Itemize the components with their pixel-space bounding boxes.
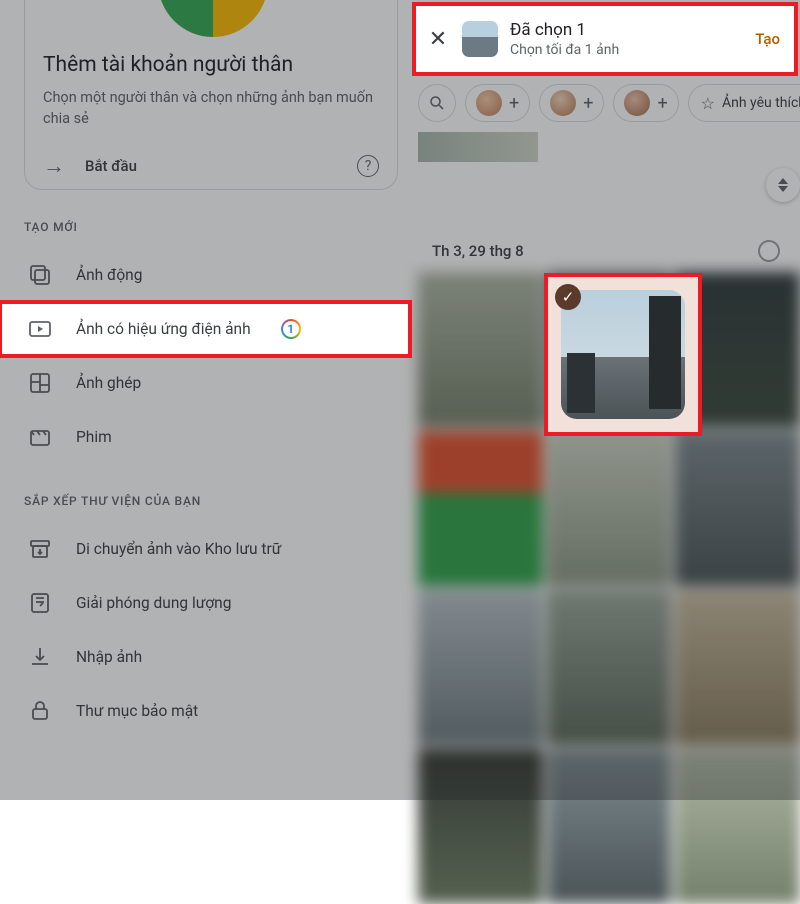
help-icon[interactable]: ? — [357, 155, 379, 177]
animation-icon — [28, 263, 52, 287]
selection-thumbnail — [462, 21, 498, 57]
import-icon — [28, 645, 52, 669]
fast-scroll-handle[interactable] — [766, 168, 800, 202]
select-all-circle[interactable] — [758, 240, 780, 262]
left-panel: Thêm tài khoản người thân Chọn một người… — [0, 0, 410, 800]
menu-label: Giải phóng dung lượng — [76, 594, 231, 612]
menu-label: Di chuyển ảnh vào Kho lưu trữ — [76, 540, 281, 558]
create-button[interactable]: Tạo — [755, 30, 780, 48]
search-icon — [428, 94, 446, 112]
plus-icon: + — [657, 93, 667, 114]
check-icon: ✓ — [555, 284, 581, 310]
photo-thumbnail[interactable] — [418, 132, 538, 162]
family-sharing-card[interactable]: Thêm tài khoản người thân Chọn một người… — [24, 0, 398, 190]
menu-label: Ảnh có hiệu ứng điện ảnh — [76, 320, 251, 338]
section-organize-label: SẮP XẾP THƯ VIỆN CỦA BẠN — [24, 494, 398, 508]
close-icon[interactable]: ✕ — [426, 27, 450, 52]
face-chip-1[interactable]: + — [465, 84, 530, 122]
photo-thumbnail[interactable] — [418, 272, 543, 427]
new-badge: 1 — [281, 319, 301, 339]
movie-icon — [28, 425, 52, 449]
family-card-title: Thêm tài khoản người thân — [43, 53, 379, 77]
cinematic-icon — [28, 317, 52, 341]
photo-thumbnail[interactable] — [418, 749, 543, 904]
photo-thumbnail[interactable] — [418, 590, 543, 745]
face-chip-3[interactable]: + — [613, 84, 678, 122]
face-icon — [624, 90, 650, 116]
selection-title: Đã chọn 1 — [510, 20, 743, 40]
arrow-right-icon: → — [43, 153, 65, 179]
menu-locked-folder[interactable]: Thư mục bảo mật — [24, 684, 398, 738]
start-button[interactable]: Bắt đầu — [85, 157, 337, 175]
photo-thumbnail[interactable] — [418, 431, 543, 586]
family-card-subtitle: Chọn một người thân và chọn những ảnh bạ… — [43, 87, 379, 129]
photo-thumbnail[interactable] — [547, 749, 672, 904]
menu-label: Ảnh ghép — [76, 374, 141, 392]
selection-subtitle: Chọn tối đa 1 ảnh — [510, 42, 743, 58]
photo-thumbnail[interactable] — [547, 431, 672, 586]
search-chip[interactable] — [418, 84, 456, 122]
lock-icon — [28, 699, 52, 723]
freeup-icon — [28, 591, 52, 615]
menu-label: Nhập ảnh — [76, 648, 142, 666]
filter-chip-row: + + + ☆ Ảnh yêu thích — [410, 82, 800, 134]
photo-thumbnail[interactable] — [675, 431, 800, 586]
archive-icon — [28, 537, 52, 561]
photo-content — [561, 290, 685, 419]
date-header: Th 3, 29 thg 8 — [432, 242, 524, 260]
menu-cinematic[interactable]: Ảnh có hiệu ứng điện ảnh 1 — [0, 302, 410, 356]
menu-label: Thư mục bảo mật — [76, 702, 198, 720]
face-icon — [476, 90, 502, 116]
menu-collage[interactable]: Ảnh ghép — [24, 356, 398, 410]
selection-bar: ✕ Đã chọn 1 Chọn tối đa 1 ảnh Tạo — [416, 6, 794, 72]
menu-archive[interactable]: Di chuyển ảnh vào Kho lưu trữ — [24, 522, 398, 576]
section-create-label: TẠO MỚI — [24, 220, 398, 234]
menu-movie[interactable]: Phim — [24, 410, 398, 464]
favorites-chip[interactable]: ☆ Ảnh yêu thích — [688, 84, 800, 122]
photo-thumbnail[interactable] — [675, 590, 800, 745]
plus-icon: + — [583, 93, 593, 114]
face-chip-2[interactable]: + — [539, 84, 604, 122]
menu-freeup[interactable]: Giải phóng dung lượng — [24, 576, 398, 630]
date-header-row: Th 3, 29 thg 8 — [432, 240, 780, 262]
plus-icon: + — [509, 93, 519, 114]
chip-label: Ảnh yêu thích — [722, 95, 800, 111]
selected-photo[interactable]: ✓ — [548, 277, 698, 432]
menu-label: Phim — [76, 428, 112, 446]
family-illustration — [136, 0, 286, 45]
menu-label: Ảnh động — [76, 266, 142, 284]
menu-animation[interactable]: Ảnh động — [24, 248, 398, 302]
right-panel: ✕ Đã chọn 1 Chọn tối đa 1 ảnh Tạo + + + … — [410, 0, 800, 800]
menu-import[interactable]: Nhập ảnh — [24, 630, 398, 684]
face-icon — [550, 90, 576, 116]
photo-thumbnail[interactable] — [547, 590, 672, 745]
photo-thumbnail[interactable] — [675, 749, 800, 904]
collage-icon — [28, 371, 52, 395]
star-icon: ☆ — [701, 94, 715, 113]
